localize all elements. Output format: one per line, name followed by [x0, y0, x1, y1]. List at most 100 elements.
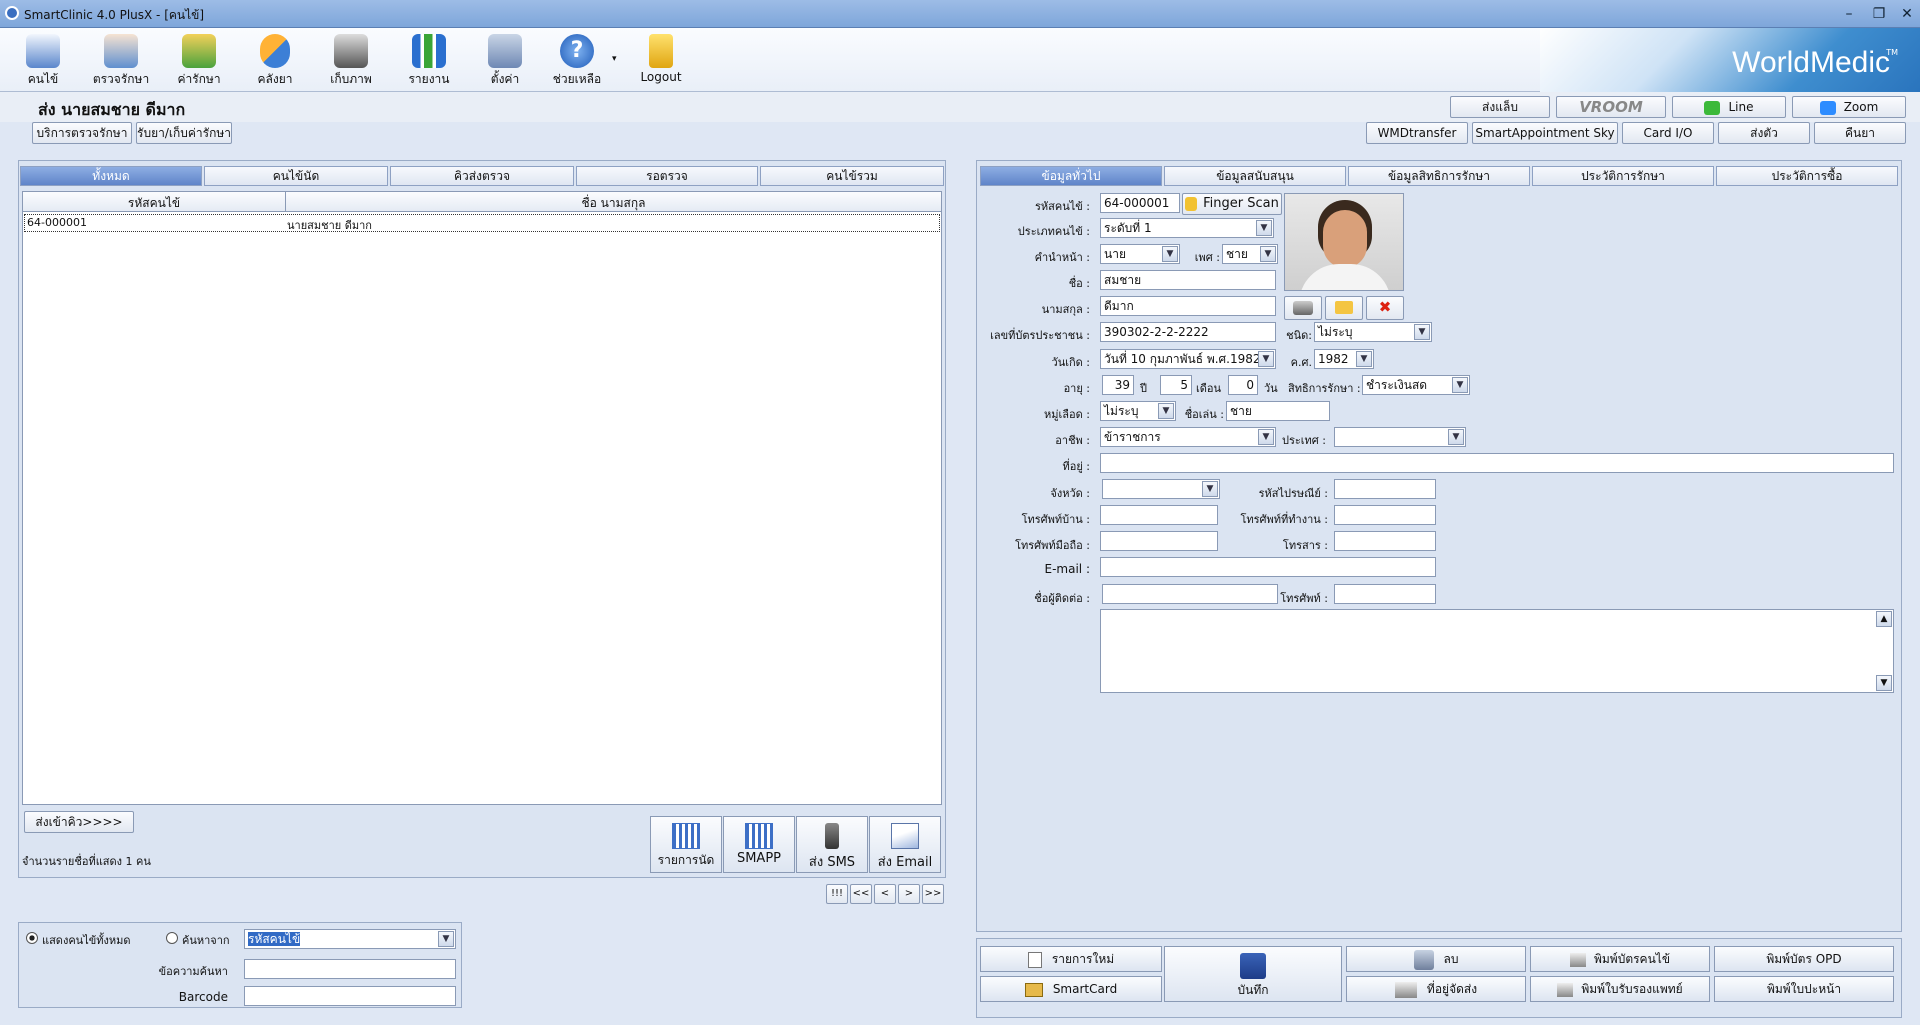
scroll-down-icon[interactable]: ▼ [1876, 675, 1892, 691]
finger-scan-button[interactable]: Finger Scan [1182, 193, 1282, 215]
take-photo-button[interactable] [1284, 296, 1322, 320]
chevron-down-icon[interactable]: ▼ [1202, 481, 1218, 497]
print-opd-card-button[interactable]: พิมพ์บัตร OPD [1714, 946, 1894, 972]
tab-waiting[interactable]: รอตรวจ [576, 166, 758, 186]
workphone-field[interactable] [1334, 505, 1436, 525]
chevron-down-icon[interactable]: ▼ [1158, 403, 1174, 419]
contact-phone-field[interactable] [1334, 584, 1436, 604]
tab-appointments[interactable]: คนไข้นัด [204, 166, 388, 186]
notes-textarea[interactable]: ▲ ▼ [1100, 609, 1894, 693]
pager-prev-button[interactable]: < [874, 884, 896, 904]
toolbar-fee-button[interactable]: ค่ารักษา [164, 32, 234, 90]
chevron-down-icon[interactable]: ▼ [1162, 246, 1178, 262]
toolbar-pharmacy-button[interactable]: คลังยา [240, 32, 310, 90]
toolbar-image-button[interactable]: เก็บภาพ [316, 32, 386, 90]
open-photo-button[interactable] [1325, 296, 1363, 320]
examine-service-button[interactable]: บริการตรวจรักษา [32, 122, 132, 144]
smartappointment-button[interactable]: SmartAppointment Sky [1472, 122, 1618, 144]
chevron-down-icon[interactable]: ▼ [438, 931, 454, 947]
delete-photo-button[interactable]: ✖ [1366, 296, 1404, 320]
refer-button[interactable]: ส่งตัว [1718, 122, 1810, 144]
age-months-field[interactable]: 5 [1160, 375, 1192, 395]
receive-medicine-button[interactable]: รับยา/เก็บค่ารักษา [136, 122, 232, 144]
address-field[interactable] [1100, 453, 1894, 473]
minimize-icon[interactable]: – [1836, 4, 1862, 24]
tab-queue[interactable]: คิวส่งตรวจ [390, 166, 574, 186]
new-record-button[interactable]: รายการใหม่ [980, 946, 1162, 972]
search-input[interactable] [244, 959, 456, 979]
fax-field[interactable] [1334, 531, 1436, 551]
ad-year-select[interactable]: 1982 ▼ [1314, 349, 1374, 369]
column-header-name[interactable]: ชื่อ นามสกุล [286, 194, 941, 213]
dob-select[interactable]: วันที่ 10 กุมภาพันธ์ พ.ศ.1982 ▼ [1100, 349, 1276, 369]
barcode-input[interactable] [244, 986, 456, 1006]
province-select[interactable]: ▼ [1102, 479, 1220, 499]
idcard-field[interactable]: 390302-2-2-2222 [1100, 322, 1276, 342]
tab-purchase-history[interactable]: ประวัติการซื้อ [1716, 166, 1898, 186]
toolbar-help-button[interactable]: ? ช่วยเหลือ [542, 32, 612, 90]
send-email-button[interactable]: ส่ง Email [869, 816, 941, 873]
send-queue-button[interactable]: ส่งเข้าคิว>>>> [24, 811, 134, 833]
zip-field[interactable] [1334, 479, 1436, 499]
chevron-down-icon[interactable]: ▼ [1260, 246, 1276, 262]
job-select[interactable]: ข้าราชการ ▼ [1100, 427, 1276, 447]
pager-last-button[interactable]: >> [922, 884, 944, 904]
toolbar-settings-button[interactable]: ตั้งค่า [470, 32, 540, 90]
help-dropdown-icon[interactable]: ▾ [612, 54, 617, 64]
toolbar-patient-button[interactable]: คนไข้ [8, 32, 78, 90]
send-sms-button[interactable]: ส่ง SMS [796, 816, 868, 873]
tab-combined[interactable]: คนไข้รวม [760, 166, 944, 186]
nick-field[interactable]: ชาย [1226, 401, 1330, 421]
mobile-field[interactable] [1100, 531, 1218, 551]
search-field-select[interactable]: รหัสคนไข้ ▼ [244, 929, 456, 949]
chevron-down-icon[interactable]: ▼ [1448, 429, 1464, 445]
hn-field[interactable]: 64-000001 [1100, 193, 1180, 213]
toolbar-examine-button[interactable]: ตรวจรักษา [86, 32, 156, 90]
column-header-hn[interactable]: รหัสคนไข้ [23, 194, 285, 213]
pager-prev-page-button[interactable]: << [850, 884, 872, 904]
table-row[interactable]: 64-000001 นายสมชาย ดีมาก [24, 214, 940, 232]
age-days-field[interactable]: 0 [1228, 375, 1258, 395]
close-icon[interactable]: ✕ [1894, 4, 1920, 24]
restore-icon[interactable]: ❐ [1866, 4, 1892, 24]
return-medicine-button[interactable]: คืนยา [1814, 122, 1906, 144]
toolbar-logout-button[interactable]: Logout [626, 32, 696, 90]
line-button[interactable]: Line [1672, 96, 1786, 118]
chevron-down-icon[interactable]: ▼ [1452, 377, 1468, 393]
chevron-down-icon[interactable]: ▼ [1256, 220, 1272, 236]
wmdtransfer-button[interactable]: WMDtransfer [1366, 122, 1468, 144]
delete-button[interactable]: ลบ [1346, 946, 1526, 972]
ptype-select[interactable]: ระดับที่ 1 ▼ [1100, 218, 1274, 238]
tab-rights[interactable]: ข้อมูลสิทธิการรักษา [1348, 166, 1530, 186]
chevron-down-icon[interactable]: ▼ [1414, 324, 1430, 340]
save-button[interactable]: บันทึก [1164, 946, 1342, 1002]
pager-first-button[interactable]: !!! [826, 884, 848, 904]
sex-select[interactable]: ชาย ▼ [1222, 244, 1278, 264]
prefix-select[interactable]: นาย ▼ [1100, 244, 1180, 264]
smartcard-button[interactable]: SmartCard [980, 976, 1162, 1002]
pager-next-button[interactable]: > [898, 884, 920, 904]
chevron-down-icon[interactable]: ▼ [1258, 351, 1274, 367]
tab-general[interactable]: ข้อมูลทั่วไป [980, 166, 1162, 186]
tab-treatment-history[interactable]: ประวัติการรักษา [1532, 166, 1714, 186]
email-field[interactable] [1100, 557, 1436, 577]
print-patient-card-button[interactable]: พิมพ์บัตรคนไข้ [1530, 946, 1710, 972]
right-select[interactable]: ชำระเงินสด ▼ [1362, 375, 1470, 395]
fname-field[interactable]: สมชาย [1100, 270, 1276, 290]
lname-field[interactable]: ดีมาก [1100, 296, 1276, 316]
shipping-address-button[interactable]: ที่อยู่จัดส่ง [1346, 976, 1526, 1002]
idtype-select[interactable]: ไม่ระบุ ▼ [1314, 322, 1432, 342]
send-lab-button[interactable]: ส่งแล็บ [1450, 96, 1550, 118]
toolbar-report-button[interactable]: รายงาน [394, 32, 464, 90]
tab-all[interactable]: ทั้งหมด [20, 166, 202, 186]
print-cover-button[interactable]: พิมพ์ใบปะหน้า [1714, 976, 1894, 1002]
smapp-button[interactable]: SMAPP [723, 816, 795, 873]
show-all-radio[interactable] [26, 932, 38, 944]
card-io-button[interactable]: Card I/O [1622, 122, 1714, 144]
age-years-field[interactable]: 39 [1102, 375, 1134, 395]
search-from-radio[interactable] [166, 932, 178, 944]
print-certificate-button[interactable]: พิมพ์ใบรับรองแพทย์ [1530, 976, 1710, 1002]
homephone-field[interactable] [1100, 505, 1218, 525]
scroll-up-icon[interactable]: ▲ [1876, 611, 1892, 627]
chevron-down-icon[interactable]: ▼ [1258, 429, 1274, 445]
